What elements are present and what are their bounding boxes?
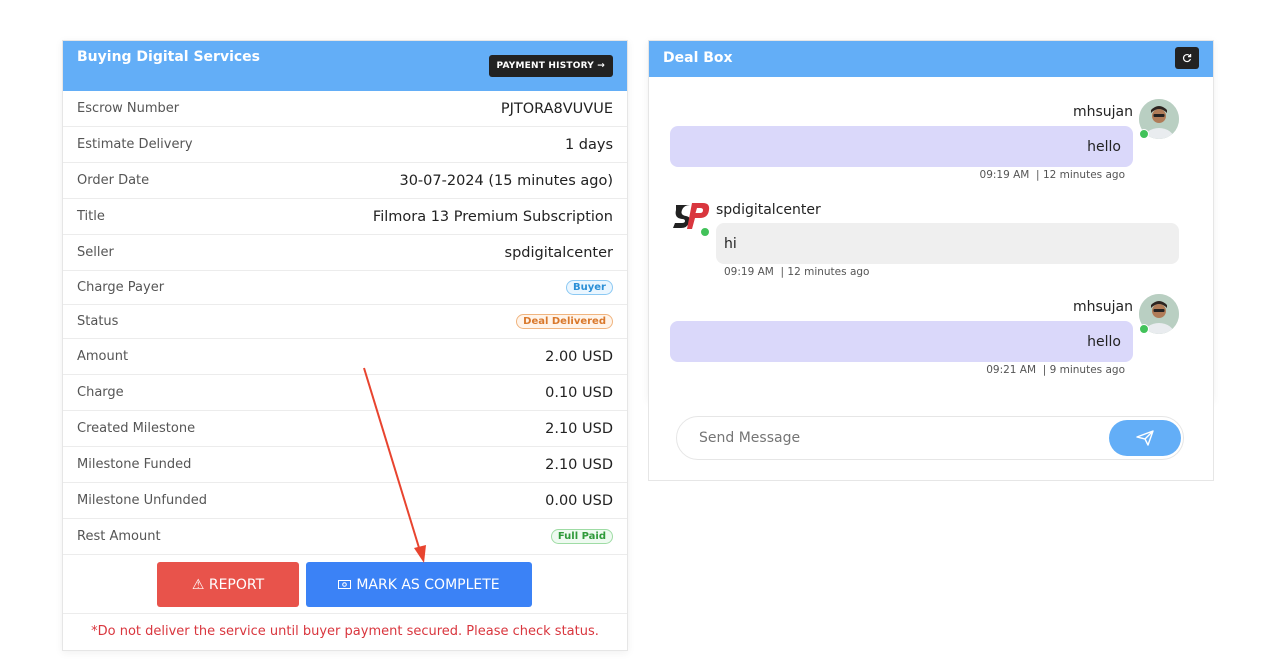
message-meta: 09:21 AM | 9 minutes ago (986, 364, 1125, 376)
message-time: 09:21 AM (986, 364, 1037, 376)
charge-payer-badge: Buyer (566, 280, 613, 295)
detail-label: Charge Payer (77, 280, 165, 295)
report-button[interactable]: ⚠ REPORT (157, 562, 299, 607)
detail-row-milestone-funded: Milestone Funded 2.10 USD (63, 447, 627, 483)
rest-amount-badge: Full Paid (550, 529, 613, 544)
detail-row-rest-amount: Rest Amount Full Paid (63, 519, 627, 555)
detail-row-status: Status Deal Delivered (63, 305, 627, 339)
message-ago: 9 minutes ago (1049, 364, 1125, 376)
detail-row-created-milestone: Created Milestone 2.10 USD (63, 411, 627, 447)
detail-value: 0.00 USD (545, 492, 613, 509)
money-icon (338, 580, 352, 589)
order-details-header: Buying Digital Services PAYMENT HISTORY … (63, 41, 627, 91)
detail-value: 2.00 USD (545, 348, 613, 365)
detail-row-amount: Amount 2.00 USD (63, 339, 627, 375)
message-sender: spdigitalcenter (716, 202, 821, 218)
detail-row-delivery: Estimate Delivery 1 days (63, 127, 627, 163)
detail-row-milestone-unfunded: Milestone Unfunded 0.00 USD (63, 483, 627, 519)
status-badge: Deal Delivered (516, 314, 613, 329)
detail-row-escrow: Escrow Number PJTORA8VUVUE (63, 91, 627, 127)
refresh-icon (1182, 54, 1192, 63)
detail-value: 0.10 USD (545, 384, 613, 401)
detail-value: spdigitalcenter (504, 244, 613, 261)
order-details-title: Buying Digital Services (77, 49, 261, 65)
action-bar: ⚠ REPORT MARK AS COMPLETE (63, 555, 627, 614)
online-indicator (1139, 324, 1149, 334)
refresh-button[interactable] (1175, 47, 1199, 69)
send-button[interactable] (1109, 420, 1181, 456)
payment-history-button[interactable]: PAYMENT HISTORY → (488, 55, 613, 77)
detail-label: Escrow Number (77, 101, 180, 116)
detail-label: Milestone Unfunded (77, 493, 207, 508)
deal-box-header: Deal Box (649, 41, 1213, 77)
mark-complete-button[interactable]: MARK AS COMPLETE (306, 562, 532, 607)
mark-complete-label: MARK AS COMPLETE (356, 576, 500, 593)
message-time: 09:19 AM (979, 169, 1030, 181)
message-ago: 12 minutes ago (787, 266, 870, 278)
detail-value: 2.10 USD (545, 456, 613, 473)
message-sender: mhsujan (1072, 104, 1133, 120)
message-input[interactable] (676, 416, 1184, 460)
send-icon (1136, 430, 1154, 446)
detail-row-order-date: Order Date 30-07-2024 (15 minutes ago) (63, 163, 627, 199)
deal-box-card: Deal Box mhsujan hello 09:19 AM | 12 min… (648, 40, 1214, 400)
message-ago: 12 minutes ago (1042, 169, 1125, 181)
detail-value: PJTORA8VUVUE (500, 100, 613, 117)
message-bubble: hello (670, 126, 1133, 167)
message-time: 09:19 AM (724, 266, 774, 278)
order-details-card: Buying Digital Services PAYMENT HISTORY … (62, 40, 628, 651)
message-meta: 09:19 AM | 12 minutes ago (724, 266, 870, 278)
detail-value: 2.10 USD (545, 420, 613, 437)
detail-label: Title (77, 209, 105, 224)
detail-row-charge: Charge 0.10 USD (63, 375, 627, 411)
deal-box-title: Deal Box (663, 50, 733, 66)
detail-value: 1 days (564, 136, 613, 153)
detail-label: Amount (77, 349, 129, 364)
message-sender: mhsujan (1072, 299, 1133, 315)
detail-label: Milestone Funded (77, 457, 192, 472)
message-composer (648, 398, 1214, 481)
warning-text: *Do not deliver the service until buyer … (91, 623, 599, 639)
message-bubble: hello (670, 321, 1133, 362)
detail-row-seller: Seller spdigitalcenter (63, 235, 627, 271)
detail-label: Order Date (77, 173, 150, 188)
online-indicator (700, 227, 710, 237)
detail-label: Seller (77, 245, 114, 260)
detail-label: Rest Amount (77, 529, 161, 544)
detail-label: Estimate Delivery (77, 137, 193, 152)
detail-value: Filmora 13 Premium Subscription (372, 208, 613, 225)
detail-label: Created Milestone (77, 421, 196, 436)
detail-value: 30-07-2024 (15 minutes ago) (399, 172, 613, 189)
message-meta: 09:19 AM | 12 minutes ago (979, 169, 1125, 181)
detail-label: Charge (77, 385, 124, 400)
detail-label: Status (77, 314, 119, 329)
message-bubble: hi (716, 223, 1179, 264)
detail-row-charge-payer: Charge Payer Buyer (63, 271, 627, 305)
detail-row-title: Title Filmora 13 Premium Subscription (63, 199, 627, 235)
online-indicator (1139, 129, 1149, 139)
